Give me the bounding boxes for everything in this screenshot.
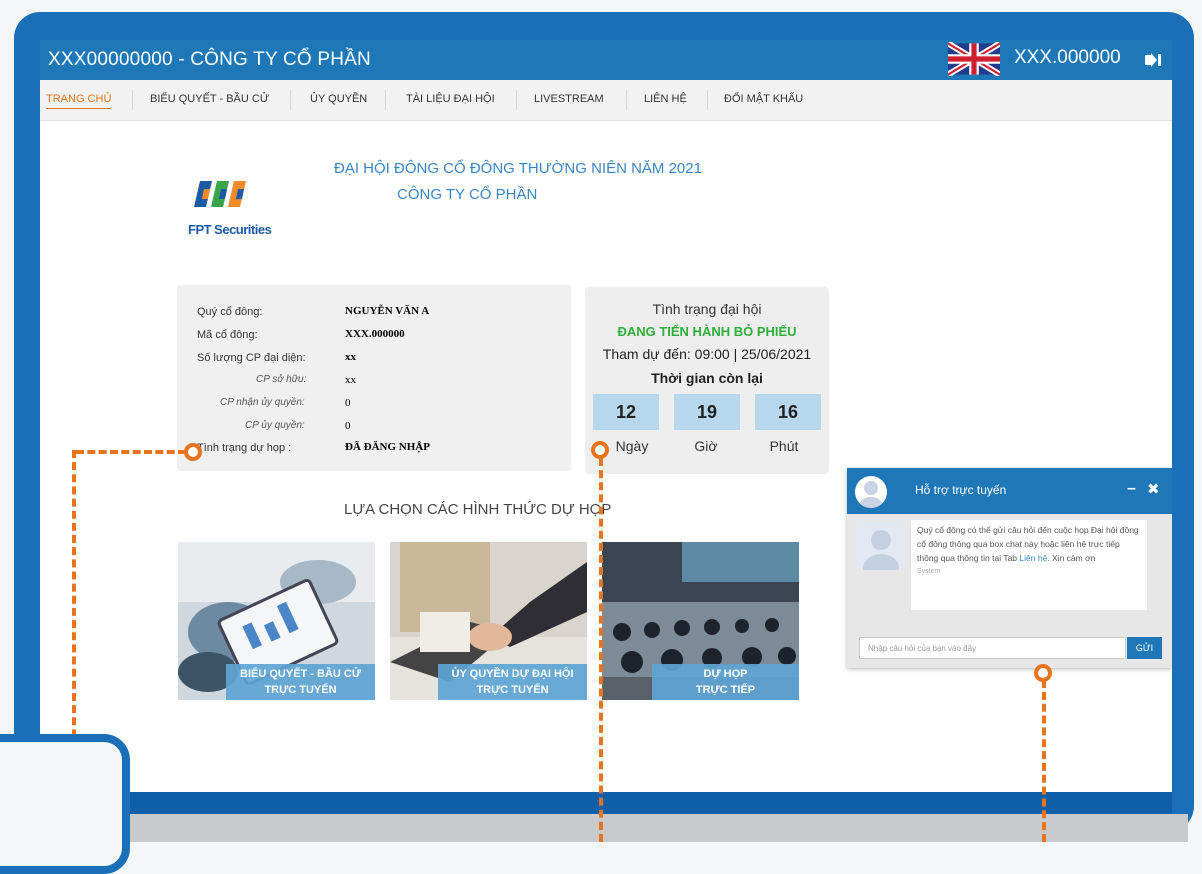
account-id: XXX.000000: [1014, 47, 1121, 68]
send-button[interactable]: GỬI: [1127, 637, 1162, 659]
nav-divider: [385, 90, 386, 110]
callout-line: [1042, 680, 1046, 842]
option-in-person[interactable]: DỰ HỌP TRỰC TIẾP: [602, 542, 799, 700]
nav-livestream[interactable]: LIVESTREAM: [534, 93, 604, 105]
meeting-title: ĐẠI HỘI ĐÔNG CỔ ĐÔNG THƯỜNG NIÊN NĂM 202…: [334, 160, 702, 177]
title-bar: XXX00000000 - CÔNG TY CỔ PHẦN XXX.000000: [40, 40, 1172, 80]
shareholder-code-value: XXX.000000: [345, 328, 405, 340]
uk-flag-icon[interactable]: [948, 42, 1000, 76]
company-name: CÔNG TY CỔ PHẦN: [397, 186, 538, 203]
received-proxy-value: 0: [345, 397, 351, 409]
support-chat-widget: Hỗ trợ trực tuyến – ✖ Quý cổ đông có thể…: [847, 468, 1172, 668]
represented-shares-label: Số lượng CP đại diện:: [197, 352, 306, 364]
callout-dot: [1034, 664, 1052, 682]
owned-shares-value: xx: [345, 374, 356, 386]
countdown-minutes: 16: [755, 394, 821, 430]
chat-sender: System: [917, 568, 941, 575]
nav-divider: [626, 90, 627, 110]
chat-avatar-icon: [855, 476, 887, 508]
nav-divider: [290, 90, 291, 110]
contact-link[interactable]: Liên hệ: [1019, 553, 1047, 563]
chat-title: Hỗ trợ trực tuyến: [915, 483, 1007, 497]
chat-message-end: . Xin cảm ơn: [1047, 553, 1096, 563]
option-caption-line: TRỰC TUYẾN: [476, 684, 549, 696]
nav-change-password[interactable]: ĐỔI MẬT KHẨU: [724, 93, 803, 105]
countdown-days-unit: Ngày: [615, 438, 649, 454]
countdown-minutes-unit: Phút: [769, 438, 799, 454]
option-caption: BIỂU QUYẾT - BẦU CỬ TRỰC TUYẾN: [226, 664, 375, 700]
close-icon[interactable]: ✖: [1147, 480, 1160, 498]
received-proxy-label: CP nhận ủy quyền:: [220, 397, 305, 408]
chat-header: Hỗ trợ trực tuyến – ✖: [847, 468, 1172, 514]
app-screen: XXX00000000 - CÔNG TY CỔ PHẦN XXX.000000…: [40, 40, 1172, 792]
status-badge: ĐANG TIẾN HÀNH BỎ PHIẾU: [617, 324, 797, 339]
callout-line: [76, 450, 186, 454]
status-heading: Tình trạng đại hội: [652, 301, 762, 317]
nav-divider: [707, 90, 708, 110]
logout-icon[interactable]: [1144, 52, 1162, 68]
minimize-icon[interactable]: –: [1127, 480, 1136, 498]
option-proxy[interactable]: ỦY QUYỀN DỰ ĐẠI HỘI TRỰC TUYẾN: [390, 542, 587, 700]
attendance-status-label: Tình trạng dự họp :: [197, 442, 292, 454]
nav-divider: [516, 90, 517, 110]
callout-dot: [184, 443, 202, 461]
shareholder-info-panel: Quý cổ đông: NGUYỄN VĂN A Mã cổ đông: XX…: [177, 285, 571, 471]
corner-tab: [0, 734, 130, 874]
nav-voting[interactable]: BIỂU QUYẾT - BẦU CỬ: [150, 93, 269, 105]
logo-text: FPT Securities: [188, 222, 272, 237]
represented-shares-value: xx: [345, 351, 356, 363]
option-caption: DỰ HỌP TRỰC TIẾP: [652, 664, 799, 700]
callout-line: [599, 458, 603, 842]
callout-dot: [591, 441, 609, 459]
main-nav: TRANG CHỦ BIỂU QUYẾT - BẦU CỬ ỦY QUYỀN T…: [40, 80, 1172, 121]
chat-message: Quý cổ đông có thể gửi câu hỏi đến cuộc …: [911, 520, 1147, 610]
system-avatar-icon: [857, 522, 905, 570]
option-caption-line: TRỰC TUYẾN: [264, 684, 337, 696]
nav-divider: [132, 90, 133, 110]
attend-time: Tham dự đến: 09:00 | 25/06/2021: [602, 346, 812, 362]
option-caption: ỦY QUYỀN DỰ ĐẠI HỘI TRỰC TUYẾN: [438, 664, 587, 700]
option-caption-line: BIỂU QUYẾT - BẦU CỬ: [240, 668, 361, 680]
owned-shares-label: CP sở hữu:: [256, 374, 307, 385]
nav-contact[interactable]: LIÊN HỆ: [644, 93, 687, 105]
options-title: LỰA CHỌN CÁC HÌNH THỨC DỰ HỌP: [344, 501, 612, 518]
option-caption-line: DỰ HỌP: [703, 668, 748, 680]
chat-input[interactable]: [859, 637, 1126, 659]
time-remaining-label: Thời gian còn lại: [651, 370, 763, 386]
nav-documents[interactable]: TÀI LIỆU ĐẠI HỘI: [406, 93, 495, 105]
shareholder-code-label: Mã cổ đông:: [197, 329, 258, 341]
countdown-hours: 19: [674, 394, 740, 430]
nav-authorization[interactable]: ỦY QUYỀN: [310, 93, 367, 105]
shareholder-name-label: Quý cổ đông:: [197, 306, 263, 318]
meeting-status-panel: Tình trạng đại hội ĐANG TIẾN HÀNH BỎ PHI…: [585, 287, 829, 474]
countdown-hours-unit: Giờ: [694, 438, 718, 454]
option-caption-line: ỦY QUYỀN DỰ ĐẠI HỘI: [451, 668, 574, 680]
given-proxy-value: 0: [345, 420, 351, 432]
frame-shadow: [118, 814, 1188, 842]
countdown-days: 12: [593, 394, 659, 430]
option-caption-line: TRỰC TIẾP: [695, 684, 756, 696]
nav-home[interactable]: TRANG CHỦ: [46, 93, 112, 109]
attendance-status-value: ĐÃ ĐĂNG NHẬP: [345, 441, 430, 453]
frame-bottom-bar: [40, 792, 1172, 814]
shareholder-name-value: NGUYỄN VĂN A: [345, 305, 430, 317]
given-proxy-label: CP ủy quyền:: [245, 420, 305, 431]
app-title: XXX00000000 - CÔNG TY CỔ PHẦN: [48, 49, 371, 70]
option-online-voting[interactable]: BIỂU QUYẾT - BẦU CỬ TRỰC TUYẾN: [178, 542, 375, 700]
